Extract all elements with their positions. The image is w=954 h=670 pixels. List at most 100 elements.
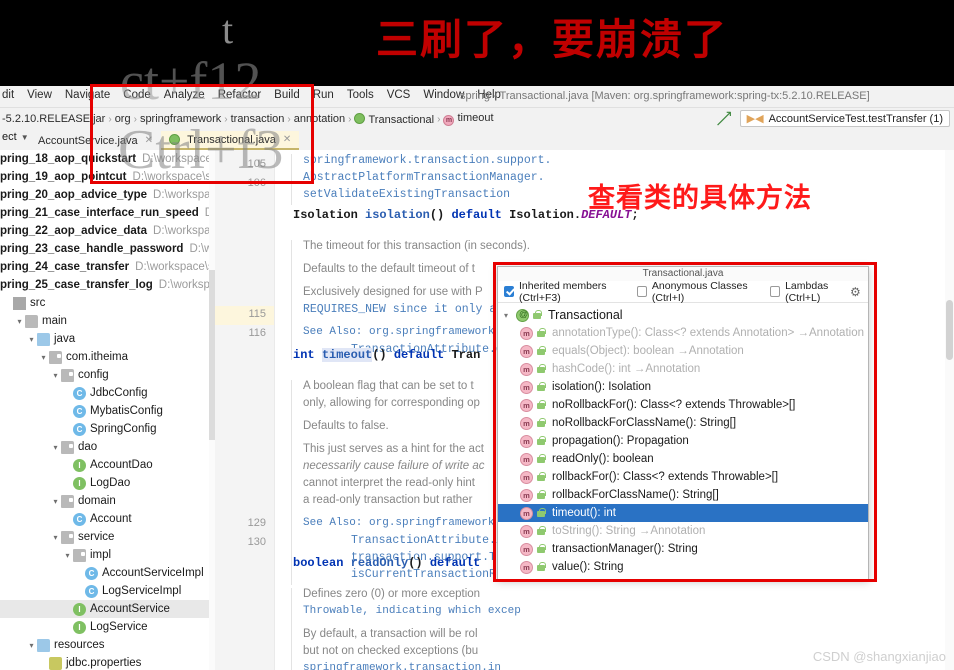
menu-item-dit[interactable]: dit bbox=[2, 89, 14, 101]
project-tree[interactable]: pring_18_aop_quickstartD:\workspace\spri… bbox=[0, 150, 215, 670]
module-list[interactable]: pring_18_aop_quickstartD:\workspace\spri… bbox=[0, 150, 215, 294]
tree-node-logdao[interactable]: I LogDao bbox=[0, 474, 215, 492]
structure-member-2[interactable]: m hashCode(): int →Annotation bbox=[498, 360, 868, 378]
structure-member-0[interactable]: m annotationType(): Class<? extends Annot… bbox=[498, 324, 868, 342]
menu-item-build[interactable]: Build bbox=[274, 89, 300, 101]
tree-node-jdbc-properties[interactable]: jdbc.properties bbox=[0, 654, 215, 670]
tree-node-domain[interactable]: ▾ domain bbox=[0, 492, 215, 510]
menu-item-navigate[interactable]: Navigate bbox=[65, 89, 110, 101]
breadcrumb-item-3[interactable]: transaction bbox=[231, 113, 285, 125]
chevron-down-icon[interactable]: ▾ bbox=[50, 533, 61, 542]
tree-node-springconfig[interactable]: C SpringConfig bbox=[0, 420, 215, 438]
tree-node-resources[interactable]: ▾ resources bbox=[0, 636, 215, 654]
breadcrumb-item-4[interactable]: annotation bbox=[294, 113, 345, 125]
structure-member-8[interactable]: m rollbackFor(): Class<? extends Throwabl… bbox=[498, 468, 868, 486]
structure-member-1[interactable]: m equals(Object): boolean →Annotation bbox=[498, 342, 868, 360]
editor-scrollbar[interactable] bbox=[945, 150, 954, 670]
tree-module-row[interactable]: pring_24_case_transfer D:\workspace\sprin… bbox=[0, 258, 215, 276]
structure-root-node[interactable]: ▾ Transactional bbox=[498, 306, 868, 324]
tree-node-logserviceimpl[interactable]: C LogServiceImpl bbox=[0, 582, 215, 600]
structure-member-7[interactable]: m readOnly(): boolean bbox=[498, 450, 868, 468]
tree-node-account[interactable]: C Account bbox=[0, 510, 215, 528]
chevron-down-icon[interactable]: ▾ bbox=[50, 443, 61, 452]
tree-module-row[interactable]: pring_23_case_handle_passwordD:\worksp bbox=[0, 240, 215, 258]
chevron-down-icon[interactable]: ▾ bbox=[62, 551, 73, 560]
tree-node-com-itheima[interactable]: ▾ com.itheima bbox=[0, 348, 215, 366]
breadcrumb-item-2[interactable]: springframework bbox=[140, 113, 221, 125]
checkbox-lambdas[interactable] bbox=[769, 286, 781, 297]
tree-node-service[interactable]: ▾ service bbox=[0, 528, 215, 546]
breadcrumb-items[interactable]: -5.2.10.RELEASE.jar › org › springframework ›… bbox=[2, 112, 494, 126]
close-icon[interactable]: ✕ bbox=[145, 135, 153, 146]
menu-items[interactable]: dit View Navigate Code Analyze Refactor Build R… bbox=[0, 89, 501, 101]
tree-module-row[interactable]: pring_20_aop_advice_type D:\workspace\sp bbox=[0, 186, 215, 204]
tree-node-java[interactable]: ▾ java bbox=[0, 330, 215, 348]
editor-tab-1[interactable]: Transactional.java ✕ bbox=[161, 131, 300, 150]
editor-tabs[interactable]: AccountService.java ✕ Transactional.java ✕ bbox=[30, 131, 300, 150]
tree-node-dao[interactable]: ▾ dao bbox=[0, 438, 215, 456]
tree-node-mybatisconfig[interactable]: C MybatisConfig bbox=[0, 402, 215, 420]
tree-node-config[interactable]: ▾ config bbox=[0, 366, 215, 384]
menu-item-window[interactable]: Window bbox=[423, 89, 464, 101]
editor-scrollbar-thumb[interactable] bbox=[946, 300, 953, 360]
tree-module-row[interactable]: pring_25_case_transfer_log D:\workspace\s bbox=[0, 276, 215, 294]
menu-item-refactor[interactable]: Refactor bbox=[218, 89, 261, 101]
structure-member-11[interactable]: m toString(): String →Annotation bbox=[498, 522, 868, 540]
tree-node-main[interactable]: ▾ main bbox=[0, 312, 215, 330]
tree-node-logservice[interactable]: I LogService bbox=[0, 618, 215, 636]
gear-icon[interactable]: ⚙ bbox=[850, 286, 862, 298]
structure-member-5[interactable]: m noRollbackForClassName(): String[] bbox=[498, 414, 868, 432]
chevron-down-icon[interactable]: ▼ bbox=[21, 133, 29, 142]
menu-item-view[interactable]: View bbox=[27, 89, 52, 101]
chevron-down-icon[interactable]: ▾ bbox=[50, 497, 61, 506]
tree-node-jdbcconfig[interactable]: C JdbcConfig bbox=[0, 384, 215, 402]
tree-node-impl[interactable]: ▾ impl bbox=[0, 546, 215, 564]
chevron-down-icon[interactable]: ▾ bbox=[14, 317, 25, 326]
menu-item-run[interactable]: Run bbox=[313, 89, 334, 101]
structure-member-13[interactable]: m value(): String bbox=[498, 558, 868, 576]
project-tool-header[interactable]: ect ▼ bbox=[2, 131, 29, 143]
menu-item-tools[interactable]: Tools bbox=[347, 89, 374, 101]
option-lambdas[interactable]: Lambdas (Ctrl+L) bbox=[769, 280, 862, 304]
tree-node-src[interactable]: src bbox=[0, 294, 215, 312]
menu-item-vcs[interactable]: VCS bbox=[387, 89, 411, 101]
breadcrumb-item-0[interactable]: -5.2.10.RELEASE.jar bbox=[2, 113, 105, 125]
chevron-down-icon[interactable]: ▾ bbox=[26, 335, 37, 344]
member-items[interactable]: m annotationType(): Class<? extends Annot… bbox=[498, 324, 868, 576]
structure-member-12[interactable]: m transactionManager(): String bbox=[498, 540, 868, 558]
tree-node-accountservice[interactable]: I AccountService bbox=[0, 600, 215, 618]
option-inherited-members[interactable]: Inherited members (Ctrl+F3) bbox=[504, 280, 637, 304]
popup-options-bar[interactable]: Inherited members (Ctrl+F3) Anonymous Cl… bbox=[498, 280, 868, 304]
tree-node-accountserviceimpl[interactable]: C AccountServiceImpl bbox=[0, 564, 215, 582]
chevron-down-icon[interactable]: ▾ bbox=[50, 371, 61, 380]
tree-node-accountdao[interactable]: I AccountDao bbox=[0, 456, 215, 474]
menu-item-analyze[interactable]: Analyze bbox=[164, 89, 205, 101]
run-configuration-selector[interactable]: ▶◀ AccountServiceTest.testTransfer (1) bbox=[739, 110, 950, 127]
structure-member-4[interactable]: m noRollbackFor(): Class<? extends Throwa… bbox=[498, 396, 868, 414]
breadcrumb-item-5[interactable]: Transactional bbox=[354, 112, 434, 126]
editor-tab-0[interactable]: AccountService.java ✕ bbox=[30, 131, 161, 150]
tree-module-row[interactable]: pring_18_aop_quickstart D:\workspace\spri bbox=[0, 150, 215, 168]
file-structure-popup[interactable]: Transactional.java Inherited members (Ct… bbox=[497, 266, 869, 580]
chevron-down-icon[interactable]: ▾ bbox=[26, 641, 37, 650]
breadcrumb-item-1[interactable]: org bbox=[115, 113, 131, 125]
structure-member-list[interactable]: ▾ Transactional m annotationType(): Class… bbox=[498, 303, 868, 576]
breadcrumb-item-6[interactable]: m timeout bbox=[443, 112, 494, 126]
structure-member-6[interactable]: m propagation(): Propagation bbox=[498, 432, 868, 450]
run-toolbar[interactable]: ⟶ ▶◀ AccountServiceTest.testTransfer (1) bbox=[710, 105, 950, 131]
tree-module-row[interactable]: pring_22_aop_advice_data D:\workspace\sp bbox=[0, 222, 215, 240]
twisty-icon[interactable]: ▾ bbox=[504, 311, 516, 320]
tree-module-row[interactable]: pring_21_case_interface_run_speedD:\work bbox=[0, 204, 215, 222]
tree-node-list[interactable]: src ▾ main ▾ java ▾ com.itheima ▾ config C JdbcCon… bbox=[0, 294, 215, 670]
chevron-down-icon[interactable]: ▾ bbox=[38, 353, 49, 362]
option-anonymous-classes[interactable]: Anonymous Classes (Ctrl+I) bbox=[636, 280, 770, 304]
structure-member-10[interactable]: m timeout(): int bbox=[498, 504, 868, 522]
checkbox-anonymous-classes[interactable] bbox=[636, 286, 647, 297]
menu-item-code[interactable]: Code bbox=[123, 89, 151, 101]
structure-member-3[interactable]: m isolation(): Isolation bbox=[498, 378, 868, 396]
project-selector-label[interactable]: ect bbox=[2, 131, 17, 143]
checkbox-inherited-members[interactable] bbox=[504, 286, 515, 297]
close-icon[interactable]: ✕ bbox=[283, 134, 291, 145]
tree-module-row[interactable]: pring_19_aop_pointcut D:\workspace\spring bbox=[0, 168, 215, 186]
structure-member-9[interactable]: m rollbackForClassName(): String[] bbox=[498, 486, 868, 504]
